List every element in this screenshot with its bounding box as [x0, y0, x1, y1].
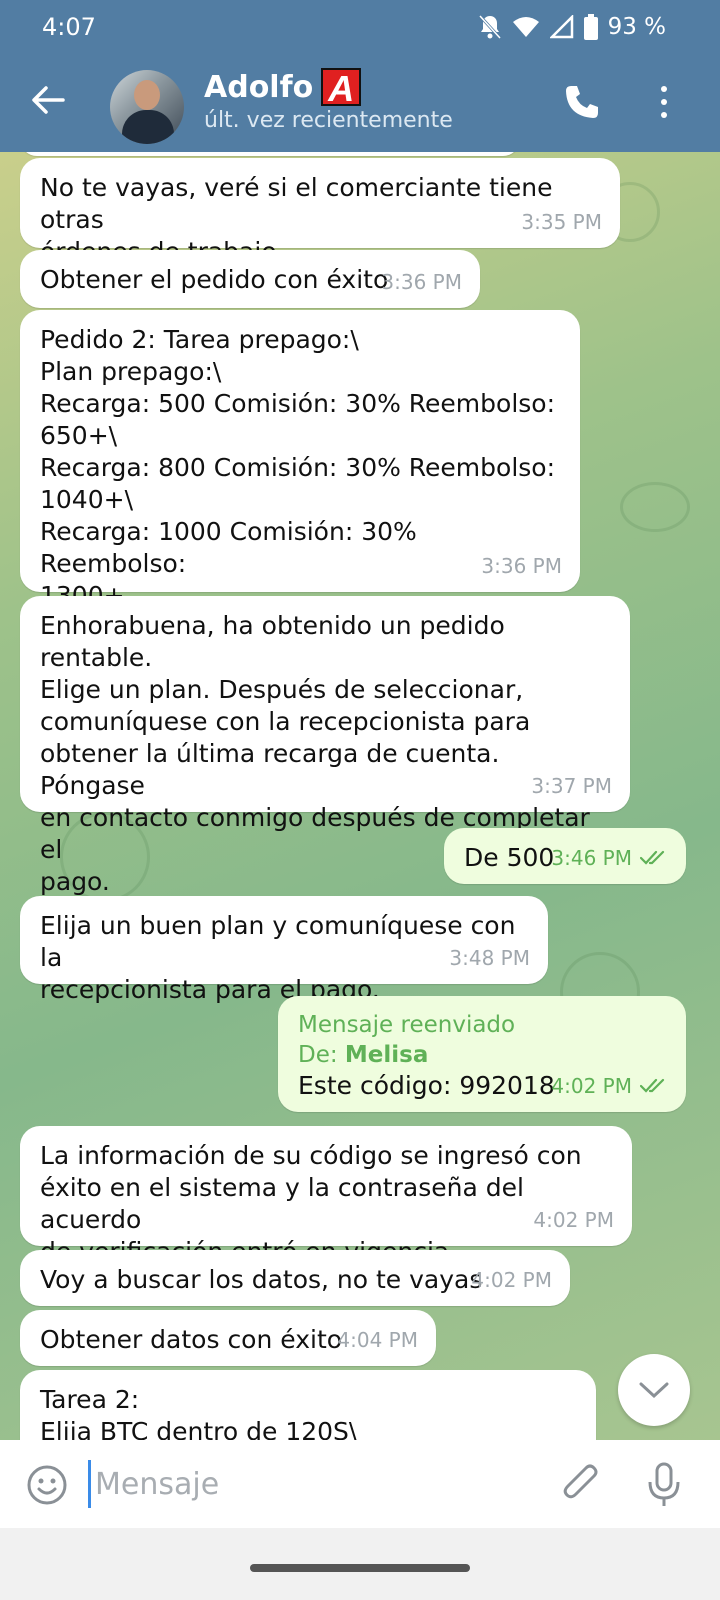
message-time: 3:48 PM — [449, 946, 530, 970]
message-time: 3:35 PM — [521, 210, 602, 234]
forwarded-sender[interactable]: Melisa — [345, 1042, 428, 1068]
top-bar: 4:07 93 % Adolfo A últ. vez recientement… — [0, 0, 720, 152]
message-time: 3:37 PM — [531, 774, 612, 798]
message-bubble-incoming[interactable]: Voy a buscar los datos, no te vayas 4:02… — [20, 1250, 570, 1306]
forwarded-label: Mensaje reenviado — [298, 1012, 516, 1038]
message-bubble-incoming[interactable]: No te vayas, veré si el comerciante tien… — [20, 158, 620, 266]
status-bar: 4:07 93 % — [0, 0, 720, 56]
double-check-icon — [640, 850, 665, 865]
message-text: La información de su código se ingresó c… — [40, 1141, 582, 1266]
message-bubble-incoming[interactable]: Pedido 2: Tarea prepago:\ Plan prepago:\… — [20, 310, 580, 610]
message-bubble-incoming[interactable]: Obtener el pedido con éxito 3:36 PM — [20, 250, 480, 308]
message-bubble-partial — [20, 152, 520, 156]
message-time: 3:36 PM — [481, 554, 562, 578]
mic-icon[interactable] — [646, 1462, 682, 1508]
back-arrow-icon — [32, 86, 65, 114]
double-check-icon — [640, 1078, 665, 1093]
system-nav-bar — [0, 1528, 720, 1600]
more-vert-icon[interactable] — [652, 82, 676, 122]
battery-icon — [583, 14, 598, 40]
message-bubble-incoming[interactable]: Enhorabuena, ha obtenido un pedido renta… — [20, 596, 630, 896]
message-time: 3:46 PM — [551, 842, 668, 874]
back-button[interactable] — [28, 80, 68, 120]
message-bubble-incoming[interactable]: Tarea 2: Elija BTC dentro de 120S\ — [20, 1370, 596, 1440]
message-bubble-incoming[interactable]: Elija un buen plan y comuníquese con la … — [20, 896, 548, 1004]
scroll-down-button[interactable] — [618, 1354, 690, 1426]
message-composer — [0, 1440, 720, 1528]
chat-area[interactable]: No te vayas, veré si el comerciante tien… — [0, 152, 720, 1440]
contact-name: Adolfo — [204, 69, 314, 105]
chevron-down-icon — [639, 1382, 669, 1399]
forwarded-from[interactable]: De: Melisa — [298, 1040, 666, 1070]
message-time: 3:36 PM — [381, 270, 462, 294]
message-bubble-forwarded[interactable]: Mensaje reenviado De: Melisa Este código… — [278, 996, 686, 1112]
signal-icon — [549, 15, 573, 39]
name-logo: A — [321, 68, 362, 108]
battery-percentage: 93 % — [607, 14, 666, 40]
message-text: Tarea 2: Elija BTC dentro de 120S\ — [40, 1385, 358, 1440]
message-time: 4:02 PM — [551, 1070, 668, 1102]
message-time: 4:02 PM — [533, 1208, 614, 1232]
wifi-icon — [512, 17, 539, 37]
status-time: 4:07 — [42, 13, 96, 41]
message-bubble-outgoing[interactable]: De 500 3:46 PM — [444, 828, 686, 884]
attach-icon[interactable] — [562, 1462, 602, 1506]
message-time: 4:04 PM — [337, 1328, 418, 1352]
contact-name-row[interactable]: Adolfo A — [204, 68, 362, 108]
mute-bell-icon — [478, 14, 501, 40]
avatar[interactable] — [110, 70, 184, 144]
contact-last-seen: últ. vez recientemente — [204, 108, 453, 133]
home-gesture-pill[interactable] — [250, 1564, 470, 1572]
message-input[interactable] — [88, 1460, 528, 1508]
emoji-icon[interactable] — [26, 1464, 68, 1506]
message-time: 4:02 PM — [471, 1268, 552, 1292]
status-icons: 93 % — [478, 12, 666, 42]
wallpaper-doodle — [620, 482, 690, 532]
message-bubble-incoming[interactable]: La información de su código se ingresó c… — [20, 1126, 632, 1266]
chat-header: Adolfo A últ. vez recientemente — [0, 56, 720, 152]
message-bubble-incoming[interactable]: Obtener datos con éxito 4:04 PM — [20, 1310, 436, 1366]
phone-icon[interactable] — [562, 82, 602, 122]
